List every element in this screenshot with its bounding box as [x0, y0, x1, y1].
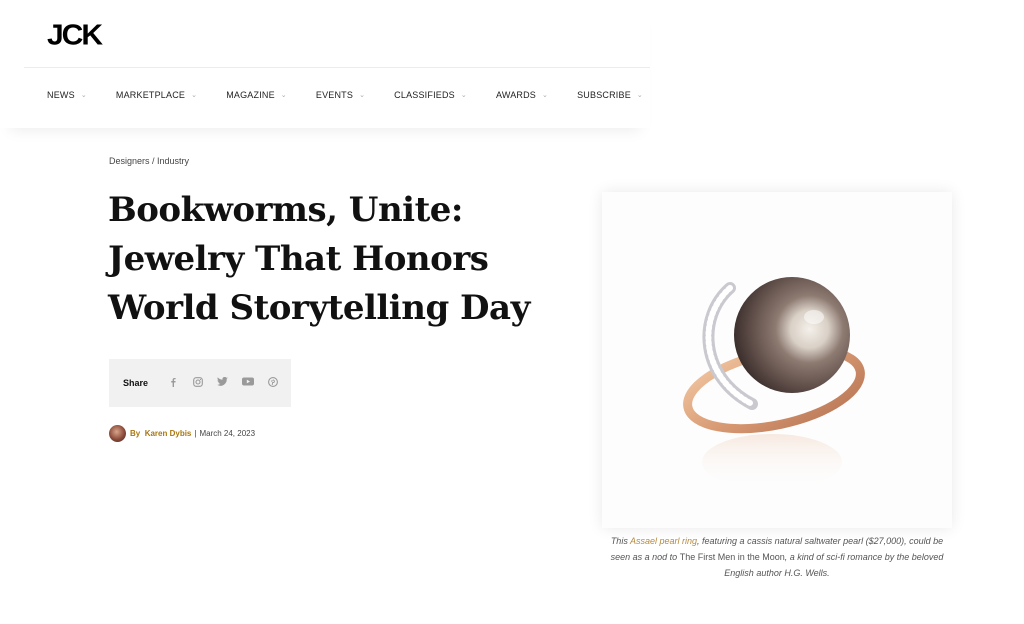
publish-date: March 24, 2023 — [199, 428, 256, 438]
chevron-down-icon: ⌄ — [542, 92, 549, 99]
instagram-icon[interactable] — [191, 376, 204, 390]
chevron-down-icon: ⌄ — [80, 92, 87, 99]
nav-item-label: NEWS — [47, 90, 75, 100]
share-bar: Share — [109, 359, 291, 407]
nav-item-label: MARKETPLACE — [115, 90, 186, 100]
nav-item-events[interactable]: EVENTS ⌄ — [316, 90, 365, 100]
chevron-down-icon: ⌄ — [460, 92, 467, 99]
chevron-down-icon: ⌄ — [636, 92, 643, 99]
main-nav: NEWS ⌄ MARKETPLACE ⌄ MAGAZINE ⌄ EVENTS ⌄ CLA… — [47, 90, 672, 100]
nav-item-label: CLASSIFIEDS — [394, 90, 455, 100]
chevron-down-icon: ⌄ — [191, 92, 198, 99]
byline-prefix: By — [130, 428, 141, 438]
nav-item-marketplace[interactable]: MARKETPLACE ⌄ — [116, 90, 197, 100]
site-header: JCK NEWS ⌄ MARKETPLACE ⌄ MAGAZINE ⌄ EVENTS ⌄… — [0, 0, 650, 128]
nav-item-label: SUBSCRIBE — [577, 90, 631, 100]
twitter-icon[interactable] — [216, 376, 229, 389]
nav-item-label: MAGAZINE — [226, 90, 275, 100]
breadcrumb[interactable]: Designers / Industry — [109, 156, 189, 166]
pearl-ring-image — [683, 277, 865, 490]
facebook-icon[interactable] — [166, 377, 179, 390]
chevron-down-icon: ⌄ — [280, 92, 287, 99]
nav-item-label: AWARDS — [495, 90, 537, 100]
youtube-icon[interactable] — [241, 377, 254, 389]
nav-item-label: EVENTS — [315, 90, 354, 100]
image-caption: This Assael pearl ring, featuring a cass… — [600, 533, 954, 581]
nav-item-classifieds[interactable]: CLASSIFIEDS ⌄ — [394, 90, 467, 100]
byline-separator: | — [194, 428, 197, 438]
author-avatar[interactable] — [109, 424, 126, 442]
site-logo[interactable]: JCK — [47, 20, 103, 52]
header-divider — [24, 67, 650, 68]
caption-product-link[interactable]: Assael pearl ring — [630, 536, 697, 546]
pinterest-icon[interactable] — [266, 376, 279, 390]
author-link[interactable]: Karen Dybis — [145, 429, 192, 438]
nav-item-news[interactable]: NEWS ⌄ — [47, 90, 87, 100]
nav-item-awards[interactable]: AWARDS ⌄ — [496, 90, 548, 100]
article-image — [602, 192, 952, 528]
nav-item-magazine[interactable]: MAGAZINE ⌄ — [226, 90, 287, 100]
nav-item-subscribe[interactable]: SUBSCRIBE ⌄ — [577, 90, 643, 100]
caption-text: This — [610, 536, 630, 546]
share-label: Share — [123, 378, 149, 388]
byline: By Karen Dybis | March 24, 2023 — [109, 424, 255, 442]
caption-book-title: The First Men in the Moon — [679, 552, 785, 562]
chevron-down-icon: ⌄ — [359, 92, 366, 99]
article-title: Bookworms, Unite: Jewelry That Honors Wo… — [108, 190, 530, 328]
